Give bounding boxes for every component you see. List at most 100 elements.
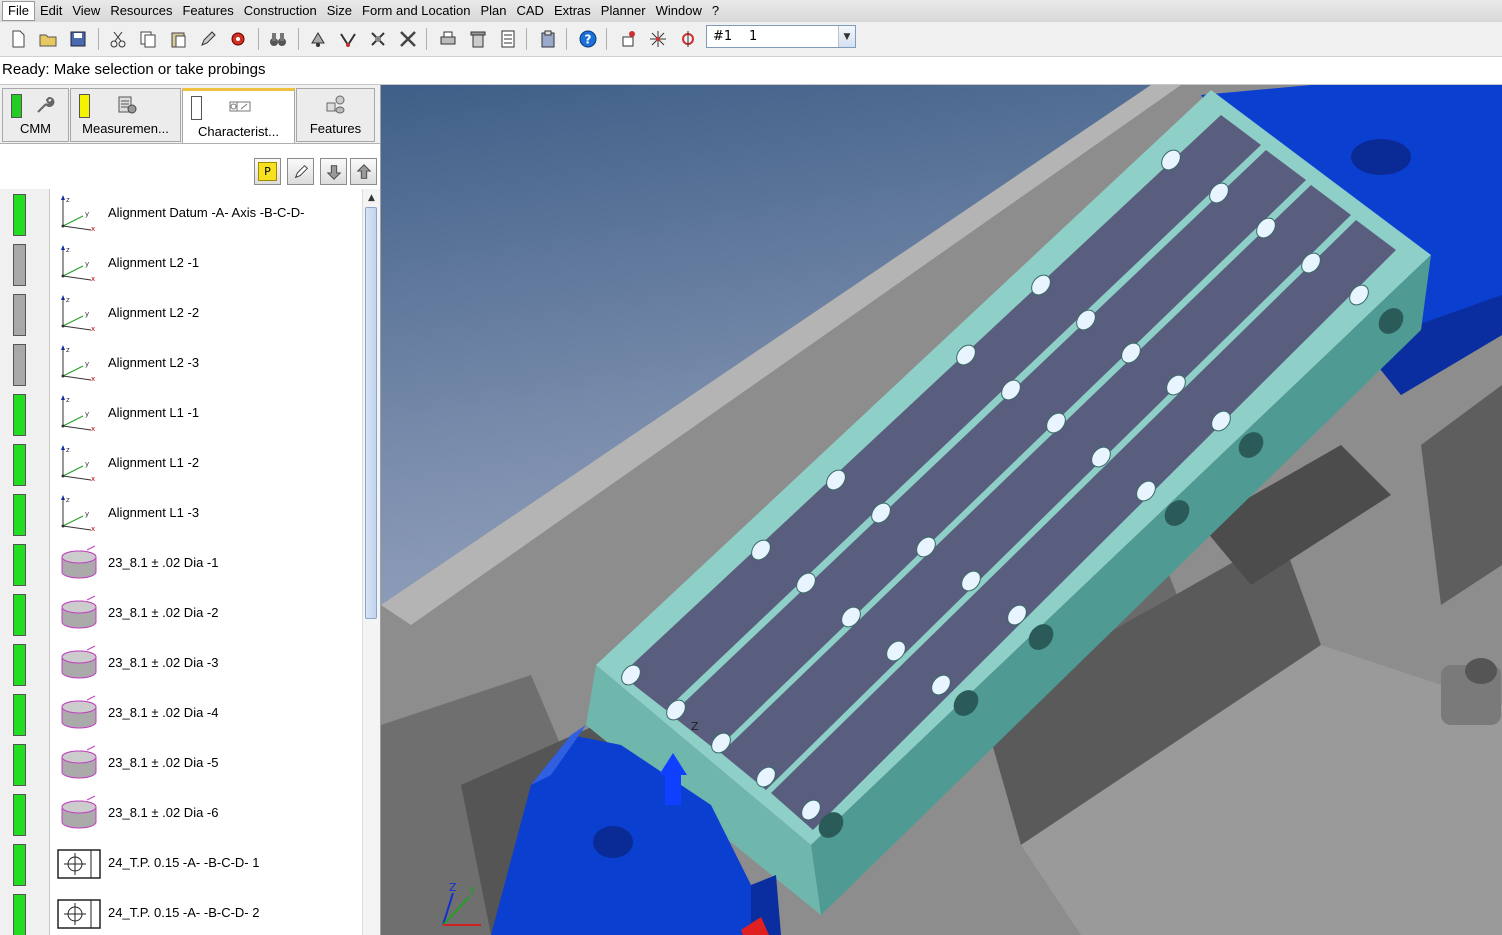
status-indicator bbox=[13, 544, 26, 586]
list-item[interactable]: z y x Alignment L2 -2 bbox=[0, 289, 362, 339]
menu-form-and-location[interactable]: Form and Location bbox=[357, 0, 475, 22]
menu-cad[interactable]: CAD bbox=[511, 0, 548, 22]
list-item[interactable]: 24_T.P. 0.15 -A- -B-C-D- 2 bbox=[0, 889, 362, 935]
list-item-label: 23_8.1 ± .02 Dia -1 bbox=[108, 555, 219, 570]
cylinder-diameter-icon bbox=[57, 644, 101, 684]
print-icon bbox=[440, 31, 456, 45]
svg-text:x: x bbox=[91, 425, 95, 433]
open-folder-icon bbox=[39, 34, 57, 47]
move-up-button[interactable] bbox=[350, 158, 377, 185]
characteristic-frame-icon bbox=[229, 101, 251, 112]
list-item[interactable]: 23_8.1 ± .02 Dia -1 bbox=[0, 539, 362, 589]
report-button[interactable] bbox=[496, 27, 520, 51]
probe-icon bbox=[311, 32, 325, 47]
toolbar-separator bbox=[426, 28, 427, 50]
list-item[interactable]: 23_8.1 ± .02 Dia -3 bbox=[0, 639, 362, 689]
characteristics-list[interactable]: z y x Alignment Datum -A- Axis -B-C-D-z y x Al… bbox=[0, 189, 362, 935]
binoculars-button[interactable] bbox=[266, 27, 290, 51]
star-probe-button[interactable] bbox=[646, 27, 670, 51]
svg-text:z: z bbox=[66, 396, 70, 404]
cad-model-view[interactable]: Z Z Y bbox=[381, 85, 1502, 935]
probe-target-button[interactable] bbox=[676, 27, 700, 51]
p-button[interactable]: P bbox=[254, 158, 281, 185]
svg-text:z: z bbox=[66, 246, 70, 254]
hand-probe-button[interactable] bbox=[616, 27, 640, 51]
cylinder-diameter-icon bbox=[57, 744, 101, 784]
edit-button[interactable] bbox=[287, 158, 314, 185]
list-item-label: Alignment Datum -A- Axis -B-C-D- bbox=[108, 205, 305, 220]
svg-text:?: ? bbox=[585, 33, 592, 47]
list-item[interactable]: 24_T.P. 0.15 -A- -B-C-D- 1 bbox=[0, 839, 362, 889]
delete-button[interactable] bbox=[466, 27, 490, 51]
menu-construction[interactable]: Construction bbox=[239, 0, 322, 22]
cad-viewport[interactable]: Z Z Y bbox=[381, 85, 1502, 935]
tab-characteristics[interactable]: Characterist... bbox=[182, 88, 295, 144]
program-value: 1 bbox=[749, 29, 758, 44]
svg-text:y: y bbox=[85, 260, 89, 268]
svg-text:z: z bbox=[66, 446, 70, 454]
list-item[interactable]: 23_8.1 ± .02 Dia -5 bbox=[0, 739, 362, 789]
features-shapes-icon bbox=[326, 95, 345, 114]
help-button[interactable]: ? bbox=[576, 27, 600, 51]
list-item[interactable]: z y x Alignment L2 -1 bbox=[0, 239, 362, 289]
save-button[interactable] bbox=[66, 27, 90, 51]
move-down-button[interactable] bbox=[320, 158, 347, 185]
cut-button[interactable] bbox=[106, 27, 130, 51]
scroll-up-icon[interactable]: ▲ bbox=[363, 189, 380, 206]
alignment-axes-icon: z yx bbox=[57, 294, 101, 334]
list-item[interactable]: z y x Alignment L2 -3 bbox=[0, 339, 362, 389]
print-button[interactable] bbox=[436, 27, 460, 51]
clipboard-button[interactable] bbox=[536, 27, 560, 51]
menu-planner[interactable]: Planner bbox=[596, 0, 651, 22]
paste-button[interactable] bbox=[166, 27, 190, 51]
toolbar-separator bbox=[606, 28, 607, 50]
status-indicator bbox=[13, 694, 26, 736]
probe-alt-icon bbox=[340, 33, 356, 47]
alignment-axes-icon: z yx bbox=[57, 444, 101, 484]
menu-help[interactable]: ? bbox=[707, 0, 724, 22]
list-scrollbar[interactable]: ▲ bbox=[362, 189, 380, 935]
program-selector[interactable]: #1 1 ▼ bbox=[706, 25, 856, 48]
arrow-down-icon bbox=[326, 164, 341, 180]
menu-view[interactable]: View bbox=[67, 0, 105, 22]
menu-resources[interactable]: Resources bbox=[105, 0, 177, 22]
menu-features[interactable]: Features bbox=[177, 0, 238, 22]
chevron-down-icon[interactable]: ▼ bbox=[838, 26, 855, 47]
open-folder-button[interactable] bbox=[36, 27, 60, 51]
alignment-axes-icon: z yx bbox=[57, 394, 101, 434]
clipboard-icon bbox=[541, 30, 555, 48]
list-item[interactable]: z y x Alignment L1 -1 bbox=[0, 389, 362, 439]
probe-button[interactable] bbox=[306, 27, 330, 51]
record-button[interactable] bbox=[226, 27, 250, 51]
star-probe-icon bbox=[650, 31, 666, 47]
menu-plan[interactable]: Plan bbox=[475, 0, 511, 22]
probe-alt-button[interactable] bbox=[336, 27, 360, 51]
tools-icon bbox=[400, 31, 416, 47]
list-item[interactable]: 23_8.1 ± .02 Dia -6 bbox=[0, 789, 362, 839]
list-item[interactable]: z y x Alignment L1 -3 bbox=[0, 489, 362, 539]
status-indicator bbox=[13, 294, 26, 336]
tools-button[interactable] bbox=[396, 27, 420, 51]
copy-button[interactable] bbox=[136, 27, 160, 51]
tab-measurement[interactable]: Measuremen... bbox=[70, 88, 181, 142]
svg-text:y: y bbox=[85, 310, 89, 318]
list-item[interactable]: 23_8.1 ± .02 Dia -4 bbox=[0, 689, 362, 739]
list-item[interactable]: z y x Alignment L1 -2 bbox=[0, 439, 362, 489]
menu-window[interactable]: Window bbox=[651, 0, 707, 22]
list-item[interactable]: z y x Alignment Datum -A- Axis -B-C-D- bbox=[0, 189, 362, 239]
scroll-thumb[interactable] bbox=[365, 207, 377, 619]
tab-features[interactable]: Features bbox=[296, 88, 375, 142]
tab-cmm[interactable]: CMM bbox=[2, 88, 69, 142]
toolbar-separator bbox=[298, 28, 299, 50]
menu-edit[interactable]: Edit bbox=[35, 0, 67, 22]
new-file-button[interactable] bbox=[6, 27, 30, 51]
pencil-icon bbox=[294, 164, 308, 178]
list-item-label: 23_8.1 ± .02 Dia -4 bbox=[108, 705, 219, 720]
list-item[interactable]: 23_8.1 ± .02 Dia -2 bbox=[0, 589, 362, 639]
list-item-label: Alignment L2 -1 bbox=[108, 255, 200, 270]
edit-button[interactable] bbox=[196, 27, 220, 51]
menu-size[interactable]: Size bbox=[322, 0, 357, 22]
menu-file[interactable]: File bbox=[2, 1, 35, 21]
menu-extras[interactable]: Extras bbox=[549, 0, 596, 22]
probe-config-button[interactable] bbox=[366, 27, 390, 51]
